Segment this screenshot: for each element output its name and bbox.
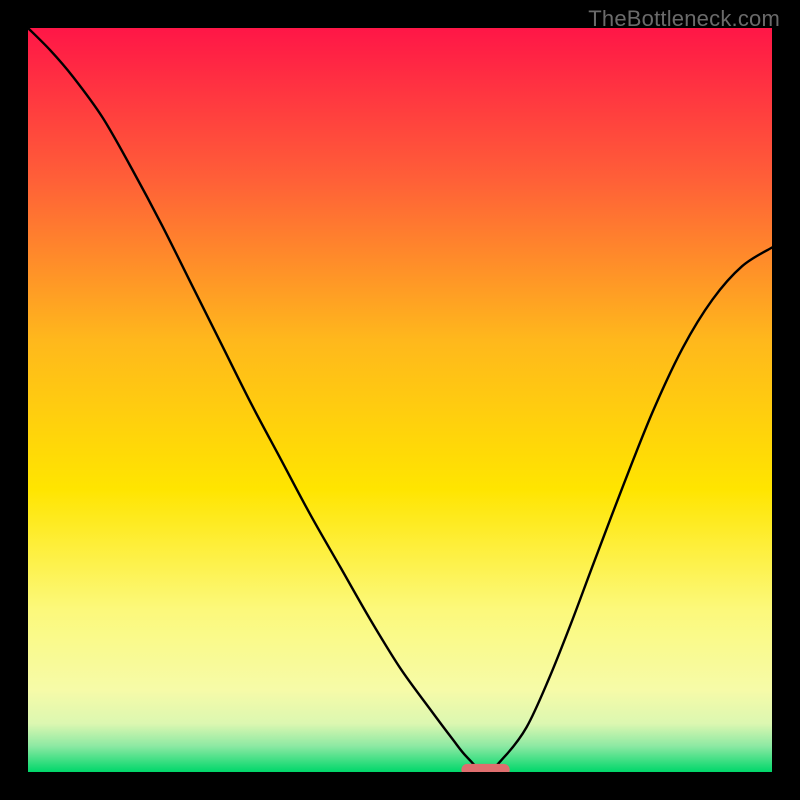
watermark-text: TheBottleneck.com <box>588 6 780 32</box>
chart-container: TheBottleneck.com <box>0 0 800 800</box>
chart-svg <box>28 28 772 772</box>
optimal-marker <box>461 764 509 772</box>
plot-area <box>28 28 772 772</box>
gradient-background <box>28 28 772 772</box>
